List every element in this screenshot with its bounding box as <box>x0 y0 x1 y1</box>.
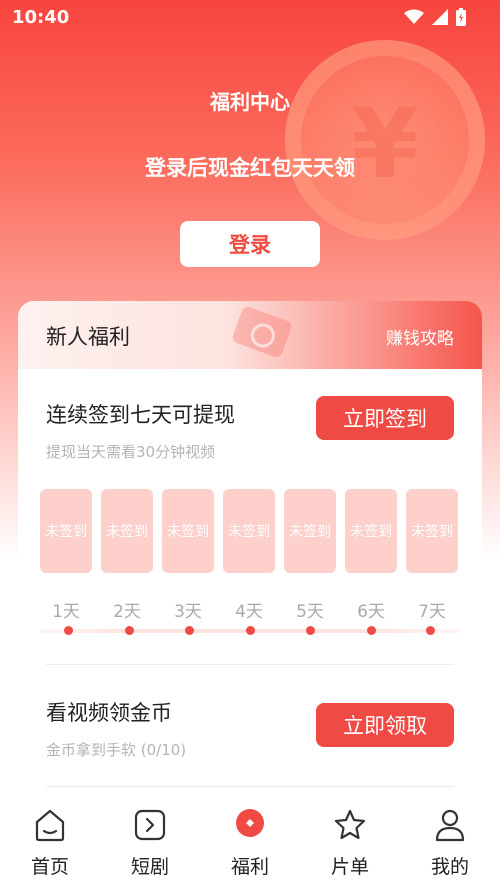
day-box: 未签到 <box>101 489 153 573</box>
day-box: 未签到 <box>40 489 92 573</box>
tab-short-drama[interactable]: 短剧 <box>100 795 200 889</box>
progress-dot <box>185 626 194 635</box>
day-box: 未签到 <box>162 489 214 573</box>
day-box: 未签到 <box>345 489 397 573</box>
newbie-welfare-card: 新人福利 赚钱攻略 连续签到七天可提现 提现当天需看30分钟视频 立即签到 未签… <box>18 301 482 811</box>
login-button[interactable]: 登录 <box>180 221 320 267</box>
red-envelope-icon <box>231 305 293 359</box>
status-icons <box>404 8 466 26</box>
status-time: 10:40 <box>12 7 70 28</box>
day-box: 未签到 <box>406 489 458 573</box>
divider <box>46 786 454 787</box>
battery-icon <box>456 8 466 26</box>
claim-button[interactable]: 立即领取 <box>316 703 454 747</box>
star-icon <box>334 809 366 840</box>
tab-welfare[interactable]: 福利 <box>200 795 300 889</box>
welfare-icon <box>236 809 264 837</box>
tab-home[interactable]: 首页 <box>0 795 100 889</box>
tab-label: 首页 <box>30 856 69 878</box>
day-label: 3天 <box>174 602 202 622</box>
tab-watchlist[interactable]: 片单 <box>300 795 400 889</box>
progress-dot <box>246 626 255 635</box>
coin-decoration-icon: ¥ <box>285 40 485 240</box>
status-bar: 10:40 <box>0 0 500 36</box>
divider <box>46 664 454 665</box>
day-box: 未签到 <box>223 489 275 573</box>
checkin-task: 连续签到七天可提现 提现当天需看30分钟视频 立即签到 <box>46 396 454 462</box>
day-label: 6天 <box>357 602 385 622</box>
day-label: 7天 <box>418 602 446 622</box>
bottom-tab-bar: 首页 短剧 福利 片单 我的 <box>0 795 500 889</box>
checkin-desc: 提现当天需看30分钟视频 <box>46 443 216 461</box>
home-icon <box>35 809 65 842</box>
card-header: 新人福利 赚钱攻略 <box>18 301 482 369</box>
wifi-icon <box>404 9 424 24</box>
checkin-days: 未签到 未签到 未签到 未签到 未签到 未签到 未签到 1天 2天 3天 4天 … <box>40 489 460 649</box>
day-label: 1天 <box>52 602 80 622</box>
earning-guide-link[interactable]: 赚钱攻略 <box>386 324 454 349</box>
hero-subtitle: 登录后现金红包天天领 <box>145 156 355 180</box>
progress-dot <box>306 626 315 635</box>
day-label: 5天 <box>296 602 324 622</box>
tab-label: 短剧 <box>130 856 169 878</box>
checkin-button[interactable]: 立即签到 <box>316 396 454 440</box>
page-title: 福利中心 <box>210 90 290 114</box>
signal-icon <box>432 9 448 25</box>
play-icon <box>134 809 166 841</box>
progress-dot <box>367 626 376 635</box>
profile-icon <box>435 809 465 842</box>
progress-dot <box>426 626 435 635</box>
progress-dot <box>125 626 134 635</box>
day-label: 4天 <box>235 602 263 622</box>
tab-label: 片单 <box>330 856 369 878</box>
tab-label: 福利 <box>230 856 269 878</box>
progress-dot <box>64 626 73 635</box>
card-title: 新人福利 <box>46 325 130 349</box>
video-task: 看视频领金币 金币拿到手软 (0/10) 立即领取 <box>46 697 454 760</box>
day-box: 未签到 <box>284 489 336 573</box>
tab-label: 我的 <box>430 856 469 878</box>
day-label: 2天 <box>113 602 141 622</box>
tab-profile[interactable]: 我的 <box>400 795 500 889</box>
